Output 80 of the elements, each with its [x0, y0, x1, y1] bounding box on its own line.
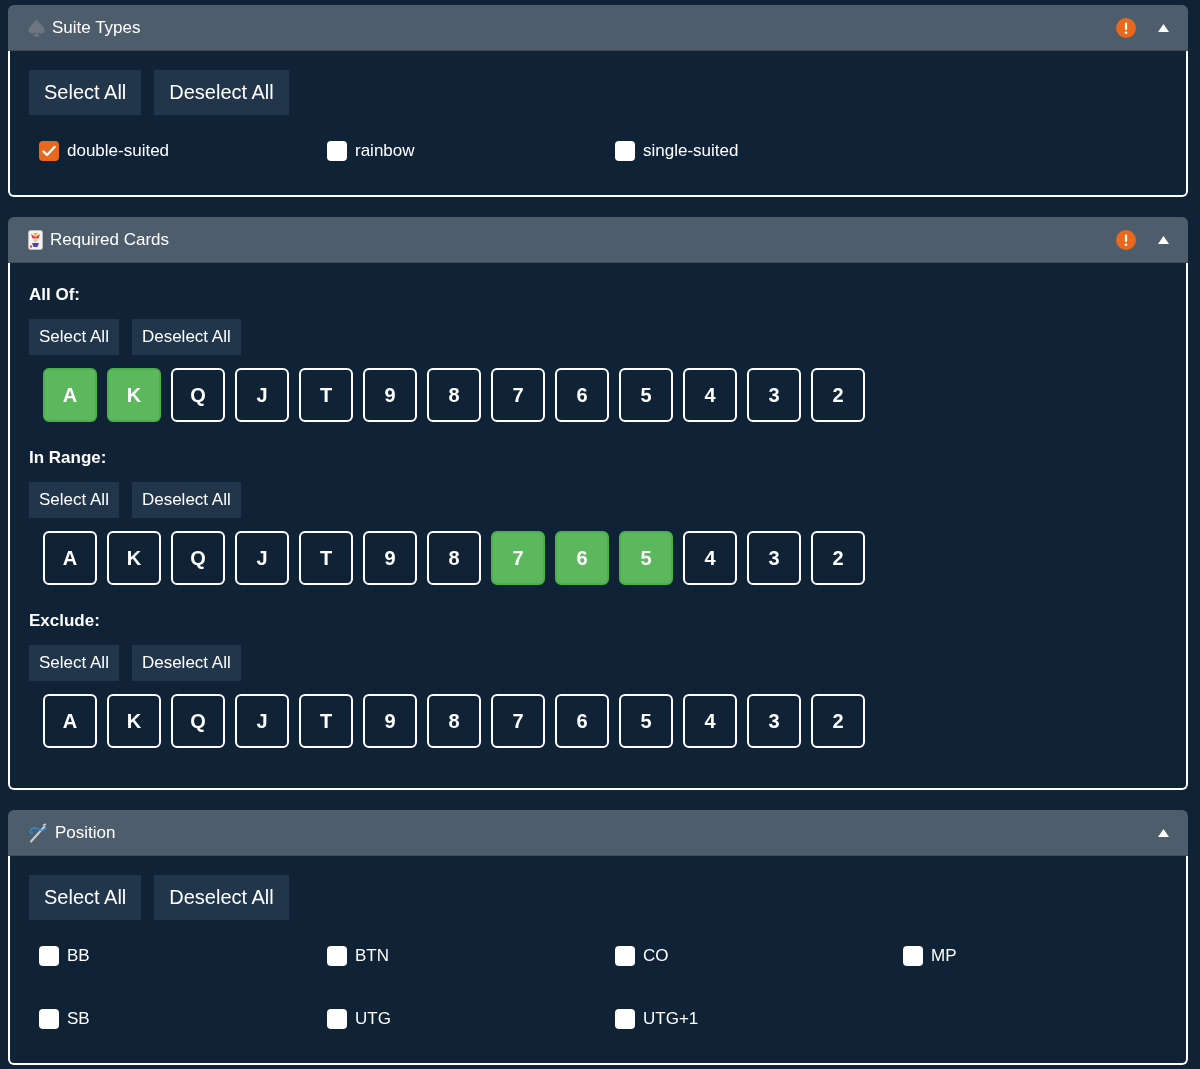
checkbox[interactable]: [615, 946, 635, 966]
select-all-button[interactable]: Select All: [29, 645, 119, 681]
checkbox-label[interactable]: rainbow: [355, 141, 415, 161]
panel-header[interactable]: Position: [8, 810, 1188, 856]
panel-header[interactable]: Required Cards: [8, 217, 1188, 263]
rank-card-toggle[interactable]: 9: [363, 531, 417, 585]
rank-card-toggle[interactable]: Q: [171, 694, 225, 748]
rank-card-toggle[interactable]: 3: [747, 531, 801, 585]
caret-icon[interactable]: [1158, 235, 1169, 244]
checkbox[interactable]: [39, 141, 59, 161]
select-all-button[interactable]: Select All: [29, 319, 119, 355]
panel-title: Required Cards: [50, 229, 170, 250]
rank-card-toggle[interactable]: 3: [747, 368, 801, 422]
rank-card-toggle[interactable]: 6: [555, 368, 609, 422]
checkbox-label[interactable]: BTN: [355, 946, 389, 966]
rank-card-toggle[interactable]: T: [299, 368, 353, 422]
rank-card-toggle[interactable]: 5: [619, 368, 673, 422]
deselect-all-button[interactable]: Deselect All: [131, 482, 241, 518]
checkbox-label[interactable]: BB: [67, 946, 90, 966]
group-label: In Range:: [29, 447, 107, 469]
checkbox-label[interactable]: SB: [67, 1009, 90, 1029]
needle-icon: [28, 822, 48, 843]
rank-card-toggle[interactable]: 9: [363, 368, 417, 422]
rank-card-toggle[interactable]: J: [235, 531, 289, 585]
select-all-button[interactable]: Select All: [29, 875, 142, 920]
rank-card-toggle[interactable]: 2: [811, 694, 865, 748]
rank-card-toggle[interactable]: 9: [363, 694, 417, 748]
checkbox[interactable]: [39, 946, 59, 966]
rank-card-toggle[interactable]: 8: [427, 368, 481, 422]
panel-title: Position: [55, 822, 116, 843]
rank-card-toggle[interactable]: 8: [427, 531, 481, 585]
rank-card-toggle[interactable]: 4: [683, 531, 737, 585]
checkbox[interactable]: [327, 1009, 347, 1029]
rank-card-toggle[interactable]: Q: [171, 368, 225, 422]
checkbox-label[interactable]: UTG: [355, 1009, 391, 1029]
spade-icon: [28, 18, 45, 37]
checkbox[interactable]: [39, 1009, 59, 1029]
caret-icon[interactable]: [1158, 23, 1169, 32]
panel-title: Suite Types: [52, 17, 141, 38]
checkbox[interactable]: [615, 1009, 635, 1029]
rank-card-toggle[interactable]: Q: [171, 531, 225, 585]
checkbox-label[interactable]: UTG+1: [643, 1009, 699, 1029]
checkbox-label[interactable]: MP: [931, 946, 957, 966]
rank-card-toggle[interactable]: 7: [491, 368, 545, 422]
group-label: Exclude:: [29, 610, 100, 632]
rank-card-toggle[interactable]: K: [107, 694, 161, 748]
checkbox-label[interactable]: CO: [643, 946, 669, 966]
rank-card-toggle[interactable]: 2: [811, 531, 865, 585]
checkmark-icon: [42, 145, 56, 157]
checkbox[interactable]: [615, 141, 635, 161]
deselect-all-button[interactable]: Deselect All: [154, 70, 289, 115]
checkbox[interactable]: [327, 946, 347, 966]
rank-card-toggle[interactable]: J: [235, 368, 289, 422]
caret-icon[interactable]: [1158, 828, 1169, 837]
checkbox[interactable]: [903, 946, 923, 966]
rank-card-toggle[interactable]: 4: [683, 368, 737, 422]
select-all-button[interactable]: Select All: [29, 482, 119, 518]
rank-card-toggle[interactable]: 4: [683, 694, 737, 748]
rank-card-toggle[interactable]: J: [235, 694, 289, 748]
rank-card-toggle[interactable]: A: [43, 694, 97, 748]
rank-card-toggle[interactable]: 6: [555, 694, 609, 748]
rank-card-toggle[interactable]: 8: [427, 694, 481, 748]
playing-card-icon: [28, 229, 43, 250]
select-all-button[interactable]: Select All: [29, 70, 142, 115]
rank-card-toggle[interactable]: 2: [811, 368, 865, 422]
deselect-all-button[interactable]: Deselect All: [154, 875, 289, 920]
rank-card-toggle[interactable]: 5: [619, 694, 673, 748]
rank-card-toggle[interactable]: T: [299, 694, 353, 748]
panel-header[interactable]: Suite Types: [8, 5, 1188, 51]
group-label: All Of:: [29, 284, 80, 306]
deselect-all-button[interactable]: Deselect All: [131, 319, 241, 355]
rank-card-toggle[interactable]: 7: [491, 694, 545, 748]
rank-card-toggle[interactable]: T: [299, 531, 353, 585]
rank-card-toggle[interactable]: 3: [747, 694, 801, 748]
deselect-all-button[interactable]: Deselect All: [131, 645, 241, 681]
checkbox-label[interactable]: single-suited: [643, 141, 739, 161]
checkbox[interactable]: [327, 141, 347, 161]
rank-card-toggle[interactable]: K: [107, 531, 161, 585]
checkbox-label[interactable]: double-suited: [67, 141, 170, 161]
rank-card-toggle[interactable]: A: [43, 531, 97, 585]
